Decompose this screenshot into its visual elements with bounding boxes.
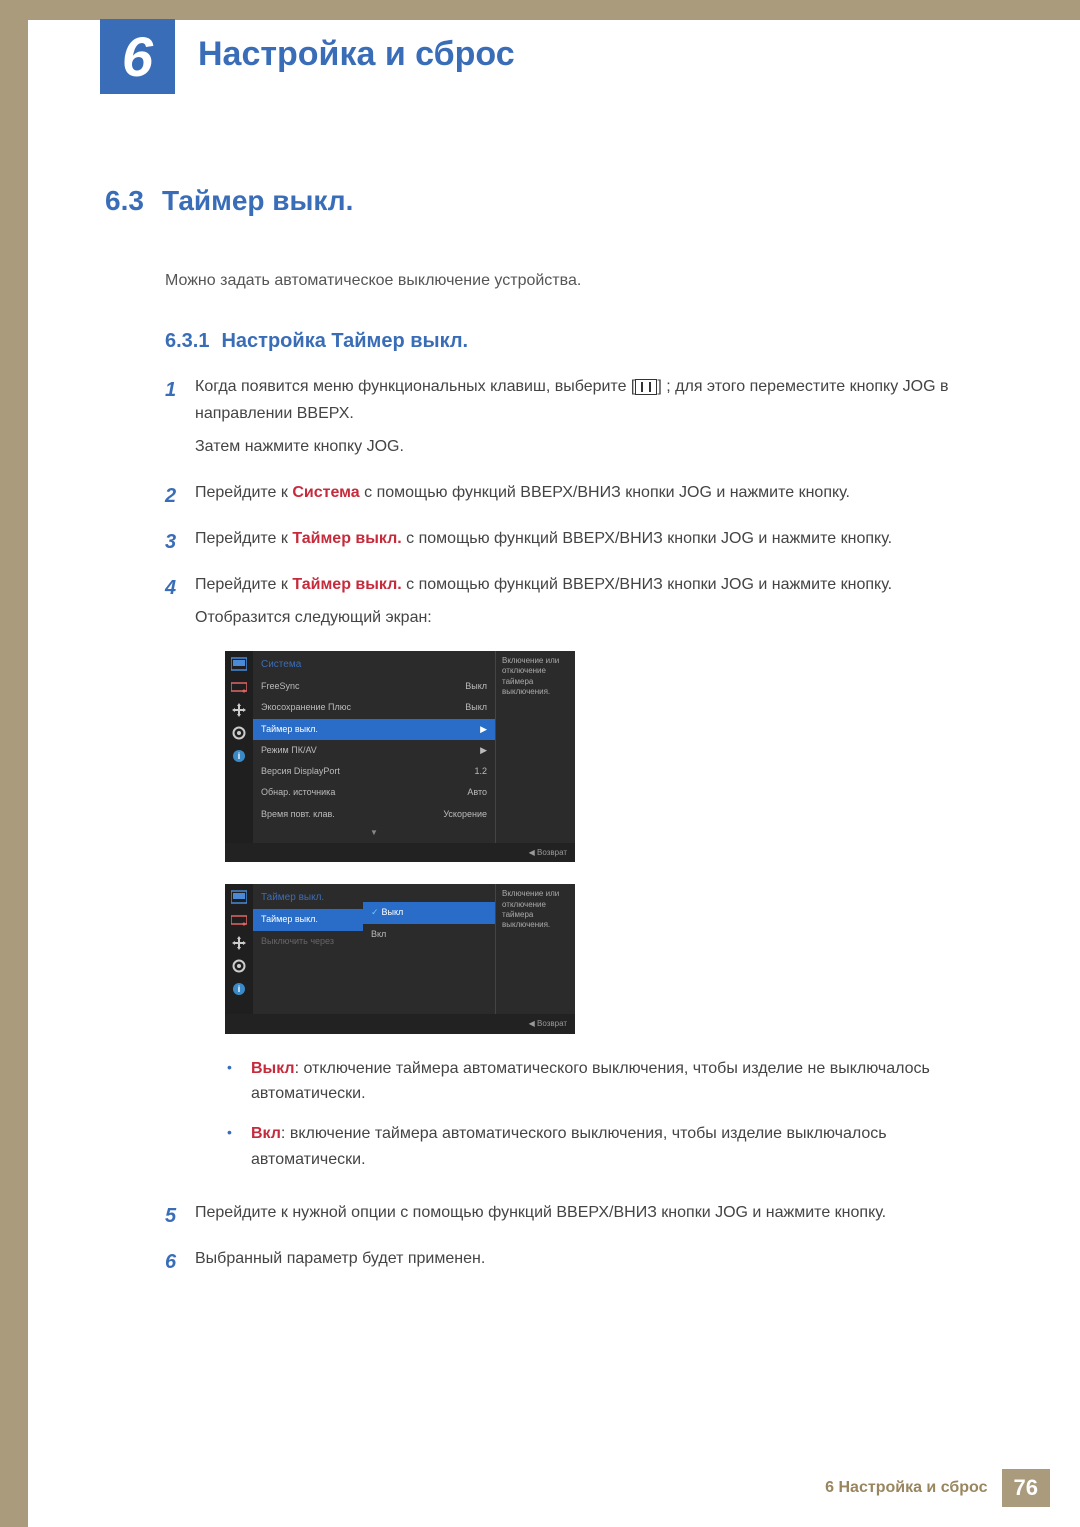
info-icon: i (230, 982, 248, 996)
move-icon (230, 703, 248, 717)
step-text: Когда появится меню функциональных клави… (195, 373, 1000, 467)
step-3: 3 Перейдите к Таймер выкл. с помощью фун… (165, 525, 1000, 559)
osd-system-menu: i Система FreeSyncВыклЭкосохранение Плюс… (225, 651, 575, 862)
svg-text:i: i (238, 984, 241, 994)
step-5: 5 Перейдите к нужной опции с помощью фун… (165, 1199, 1000, 1233)
osd-description: Включение или отключение таймера выключе… (495, 884, 575, 1014)
content: 6.3 Таймер выкл. Можно задать автоматичес… (105, 185, 1000, 1291)
bullet-dot: • (227, 1121, 251, 1172)
scroll-indicator: ▼ (253, 825, 495, 843)
osd-menu-list: Система FreeSyncВыклЭкосохранение ПлюсВы… (253, 651, 495, 843)
menu-icon (635, 379, 657, 395)
step-number: 3 (165, 525, 195, 559)
svg-text:i: i (238, 751, 241, 761)
step-number: 6 (165, 1245, 195, 1279)
osd-menu-row: Версия DisplayPort1.2 (253, 761, 495, 782)
footer-chapter: 6 Настройка и сброс (825, 1479, 987, 1497)
page-number: 76 (1002, 1469, 1050, 1507)
screen-icon (230, 913, 248, 927)
step-1: 1 Когда появится меню функциональных кла… (165, 373, 1000, 467)
osd-menu-row: Режим ПК/AV▶ (253, 740, 495, 761)
osd-back-hint: ◀ Возврат (225, 843, 575, 863)
osd-menu-row: FreeSyncВыкл (253, 676, 495, 697)
osd-option-row: Вкл (363, 924, 495, 945)
section-number: 6.3 (105, 185, 144, 217)
osd-menu-row: Время повт. клав.Ускорение (253, 804, 495, 825)
osd-title: Таймер выкл. (253, 884, 363, 909)
osd-back-hint: ◀ Возврат (225, 1014, 575, 1034)
step-text: Перейдите к Таймер выкл. с помощью функц… (195, 525, 1000, 559)
bullet-dot: • (227, 1056, 251, 1107)
osd-title: Система (253, 651, 495, 676)
steps-list: 1 Когда появится меню функциональных кла… (165, 373, 1000, 1279)
osd-menu-row: Таймер выкл.▶ (253, 719, 495, 740)
subsection-heading: 6.3.1 Настройка Таймер выкл. (165, 330, 1000, 353)
osd-menu-columns: Таймер выкл. Таймер выкл.Выключить через… (253, 884, 495, 1014)
step-text: Перейдите к нужной опции с помощью функц… (195, 1199, 1000, 1233)
chapter-title: Настройка и сброс (198, 35, 515, 74)
osd-menu-row: Выключить через (253, 931, 363, 952)
subsection-number: 6.3.1 (165, 330, 209, 352)
osd-sidebar-icons: i (225, 651, 253, 843)
top-bar (0, 0, 1080, 20)
move-icon (230, 936, 248, 950)
bullet-on: • Вкл: включение таймера автоматического… (227, 1121, 1000, 1172)
step-number: 2 (165, 479, 195, 513)
step-number: 4 (165, 571, 195, 1188)
step-number: 5 (165, 1199, 195, 1233)
left-strip (0, 0, 28, 1527)
picture-icon (230, 657, 248, 671)
osd-menu-row: Обнар. источникаАвто (253, 782, 495, 803)
screen-icon (230, 680, 248, 694)
step-4: 4 Перейдите к Таймер выкл. с помощью фун… (165, 571, 1000, 1188)
info-icon: i (230, 749, 248, 763)
step-number: 1 (165, 373, 195, 467)
chapter-number: 6 (122, 24, 153, 89)
step-text: Перейдите к Система с помощью функций ВВ… (195, 479, 1000, 513)
gear-icon (230, 726, 248, 740)
osd-menu-row: Экосохранение ПлюсВыкл (253, 697, 495, 718)
osd-sidebar-icons: i (225, 884, 253, 1014)
gear-icon (230, 959, 248, 973)
chapter-badge: 6 (100, 19, 175, 94)
subsection-title: Настройка Таймер выкл. (221, 330, 468, 352)
picture-icon (230, 890, 248, 904)
osd-screenshots: i Система FreeSyncВыклЭкосохранение Плюс… (225, 651, 1000, 1034)
step-text: Перейдите к Таймер выкл. с помощью функц… (195, 571, 1000, 1188)
page-footer: 6 Настройка и сброс 76 (825, 1469, 1050, 1507)
step-text: Выбранный параметр будет применен. (195, 1245, 1000, 1279)
option-bullets: • Выкл: отключение таймера автоматическо… (227, 1056, 1000, 1172)
step-2: 2 Перейдите к Система с помощью функций … (165, 479, 1000, 513)
osd-timer-menu: i Таймер выкл. Таймер выкл.Выключить чер… (225, 884, 575, 1034)
osd-description: Включение или отключение таймера выключе… (495, 651, 575, 843)
step-6: 6 Выбранный параметр будет применен. (165, 1245, 1000, 1279)
osd-option-row: ✓Выкл (363, 902, 495, 923)
section-title: Таймер выкл. (162, 185, 353, 216)
osd-menu-row: Таймер выкл. (253, 909, 363, 930)
section-heading: 6.3 Таймер выкл. (105, 185, 1000, 217)
bullet-off: • Выкл: отключение таймера автоматическо… (227, 1056, 1000, 1107)
section-intro: Можно задать автоматическое выключение у… (165, 272, 1000, 290)
